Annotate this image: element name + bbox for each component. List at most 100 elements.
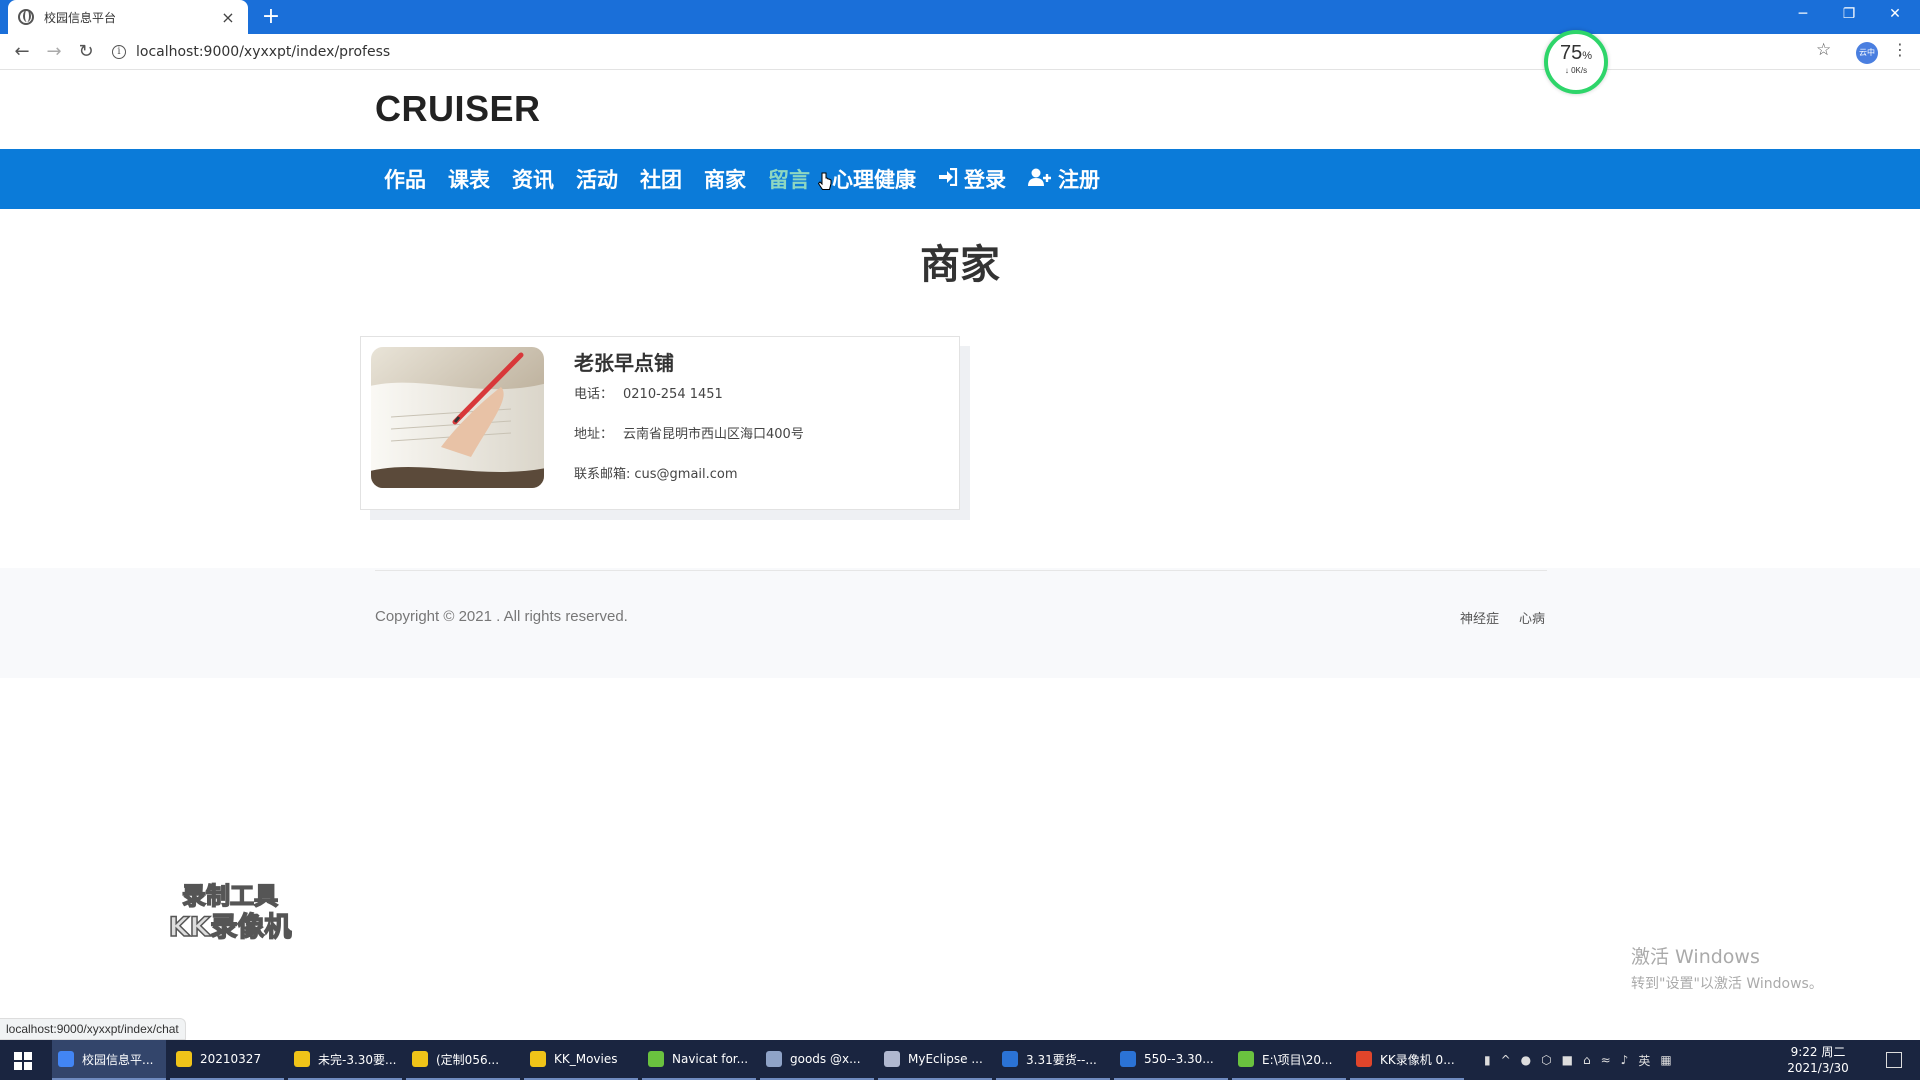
taskbar-item-label: goods @x... [790,1052,861,1066]
taskbar-item[interactable]: 550--3.30... [1114,1040,1228,1080]
taskbar-item-label: 550--3.30... [1144,1052,1214,1066]
nav-login-label: 登录 [964,168,1006,192]
nav-item-news[interactable]: 资讯 [512,164,554,194]
taskbar-item-label: 3.31要货--... [1026,1052,1097,1067]
app-icon [884,1051,900,1067]
taskbar-item-label: E:\项目\20... [1262,1052,1333,1067]
bookmark-star-icon[interactable]: ☆ [1816,40,1831,60]
activate-title: 激活 Windows [1631,946,1760,968]
tray-expand-icon[interactable]: ^ [1501,1053,1511,1067]
taskbar-clock[interactable]: 9:22 周二 2021/3/30 [1778,1044,1858,1076]
restore-button[interactable]: ❐ [1826,0,1872,28]
nav-item-activities[interactable]: 活动 [576,164,618,194]
app-icon [1120,1051,1136,1067]
browser-toolbar: ← → ↻ i localhost:9000/xyxxpt/index/prof… [0,34,1920,70]
info-icon[interactable]: i [112,45,126,59]
nav-register-label: 注册 [1058,168,1100,192]
browser-menu-icon[interactable]: ⋮ [1892,40,1908,59]
shop-email-row: 联系邮箱: cus@gmail.com [574,463,738,482]
new-tab-button[interactable]: + [258,4,284,30]
volume-icon[interactable]: ♪ [1621,1053,1629,1067]
speed-percent: 75 [1559,42,1583,64]
tray-app-icon-2[interactable]: ■ [1562,1053,1573,1067]
close-tab-icon[interactable]: × [218,8,238,27]
speed-percent-sign: % [1582,50,1593,62]
copyright-text: Copyright © 2021 . All rights reserved. [375,608,628,625]
input-language[interactable]: 英 [1638,1052,1650,1069]
speed-rate: ↓ 0K/s [1564,66,1588,75]
tab-title: 校园信息平台 [44,10,117,25]
tray-app-icon[interactable]: ● [1521,1053,1531,1067]
clock-date: 2021/3/30 [1787,1061,1849,1075]
taskbar-item[interactable]: KK录像机 0... [1350,1040,1464,1080]
footer-link-neurosis[interactable]: 神经症 [1460,608,1499,627]
taskbar-item-label: 校园信息平... [82,1052,154,1067]
taskbar-item[interactable]: goods @x... [760,1040,874,1080]
app-icon [412,1051,428,1067]
watermark-line-1: 录制工具 [181,881,279,911]
nav-item-merchants[interactable]: 商家 [704,164,746,194]
close-window-button[interactable]: ✕ [1872,0,1918,28]
shop-card[interactable]: 老张早点铺 电话： 0210-254 1451 地址： 云南省昆明市西山区海口400… [360,336,960,510]
shield-icon[interactable]: ⬡ [1541,1053,1551,1067]
nav-item-register[interactable]: 注册 [1028,164,1100,194]
network-speed-widget[interactable]: 75% ↓ 0K/s [1544,30,1608,94]
browser-tab[interactable]: 校园信息平台 × [8,0,248,34]
windows-taskbar: 校园信息平... 20210327 未完-3.30要... (定制056... KK_M… [0,1040,1920,1080]
profile-avatar[interactable]: 云中 [1856,42,1878,64]
forward-arrow-icon[interactable]: → [42,40,66,64]
taskbar-item-label: 未完-3.30要... [318,1052,396,1067]
battery-icon[interactable]: ▮ [1484,1053,1491,1067]
nav-item-schedule[interactable]: 课表 [448,164,490,194]
nav-item-works[interactable]: 作品 [384,164,426,194]
footer-divider [375,570,1547,571]
app-icon [530,1051,546,1067]
minimize-button[interactable]: ─ [1780,0,1826,28]
nav-item-mental-health[interactable]: 心理健康 [832,164,916,194]
system-tray: ▮ ^ ● ⬡ ■ ⌂ ≈ ♪ 英 ▦ [1484,1040,1682,1080]
nav-item-messages[interactable]: 留言 [768,164,810,194]
taskbar-item[interactable]: KK_Movies [524,1040,638,1080]
link-status-bar: localhost:9000/xyxxpt/index/chat [0,1018,186,1040]
taskbar-item[interactable]: (定制056... [406,1040,520,1080]
notification-center-icon[interactable] [1886,1052,1902,1068]
taskbar-item[interactable]: 校园信息平... [52,1040,166,1080]
taskbar-item[interactable]: E:\项目\20... [1232,1040,1346,1080]
taskbar-item[interactable]: 未完-3.30要... [288,1040,402,1080]
app-icon [176,1051,192,1067]
nav-item-login[interactable]: 登录 [938,164,1006,194]
taskbar-item[interactable]: 20210327 [170,1040,284,1080]
taskbar-item[interactable]: Navicat for... [642,1040,756,1080]
network-icon[interactable]: ⌂ [1583,1053,1591,1067]
wifi-icon[interactable]: ≈ [1601,1053,1611,1067]
reload-icon[interactable]: ↻ [74,40,98,64]
taskbar-item-label: MyEclipse ... [908,1052,983,1066]
windows-start-icon[interactable] [14,1052,32,1070]
user-plus-icon [1028,168,1052,191]
shop-photo[interactable] [371,347,544,488]
back-arrow-icon[interactable]: ← [10,40,34,64]
app-icon [58,1051,74,1067]
footer-links: 神经症 心病 [1440,608,1545,627]
site-footer: Copyright © 2021 . All rights reserved. … [0,568,1920,678]
footer-link-heart-disease[interactable]: 心病 [1519,608,1545,627]
site-logo[interactable]: CRUISER [375,88,541,130]
taskbar-item[interactable]: MyEclipse ... [878,1040,992,1080]
shop-address: 云南省昆明市西山区海口400号 [623,427,804,442]
taskbar-item-label: (定制056... [436,1052,500,1067]
input-mode-icon[interactable]: ▦ [1660,1053,1671,1067]
shop-name[interactable]: 老张早点铺 [574,347,674,376]
app-icon [648,1051,664,1067]
nav-item-clubs[interactable]: 社团 [640,164,682,194]
app-icon [1002,1051,1018,1067]
main-navbar: 作品 课表 资讯 活动 社团 商家 留言 心理健康 登录 注册 [0,149,1920,209]
taskbar-item-label: KK录像机 0... [1380,1052,1455,1067]
url-text[interactable]: localhost:9000/xyxxpt/index/profess [136,44,390,60]
app-icon [1238,1051,1254,1067]
taskbar-item-label: Navicat for... [672,1052,749,1066]
app-icon [294,1051,310,1067]
shop-email: cus@gmail.com [634,467,738,482]
mouse-cursor-icon [818,172,832,190]
clock-time: 9:22 周二 [1790,1045,1846,1059]
taskbar-item[interactable]: 3.31要货--... [996,1040,1110,1080]
